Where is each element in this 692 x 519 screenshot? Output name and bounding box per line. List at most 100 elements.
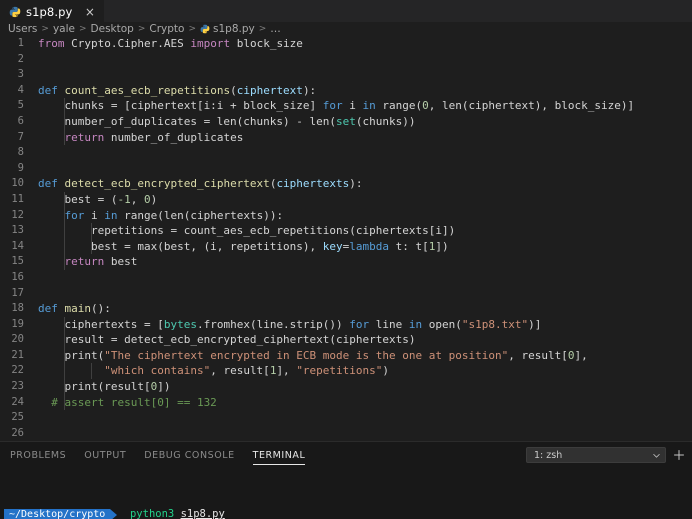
line-number: 4	[17, 83, 24, 96]
code-token: from	[38, 37, 72, 50]
code-line[interactable]: 20 result = detect_ecb_encrypted_ciphert…	[0, 332, 692, 348]
code-token: )	[382, 364, 390, 378]
code-token: )	[150, 192, 158, 206]
breadcrumb-item-file[interactable]: s1p8.py	[200, 23, 255, 35]
code-line-text: from Crypto.Cipher.AES import block_size	[38, 36, 692, 52]
line-number: 18	[11, 302, 24, 315]
python-file-icon	[9, 6, 21, 18]
code-line[interactable]: 25	[0, 410, 692, 426]
tab-debug-console[interactable]: DEBUG CONSOLE	[144, 442, 234, 468]
code-line[interactable]: 17	[0, 286, 692, 302]
code-token: in	[104, 208, 125, 222]
line-number: 7	[17, 130, 24, 143]
code-token: t: t[	[395, 239, 429, 253]
code-line-text: result = detect_ecb_encrypted_ciphertext…	[38, 332, 692, 348]
indent-guide	[64, 394, 66, 411]
code-line[interactable]: 10 def detect_ecb_encrypted_ciphertext(ci…	[0, 176, 692, 192]
line-number: 16	[11, 270, 24, 283]
breadcrumb-item-desktop[interactable]: Desktop	[91, 23, 134, 35]
terminal-prompt-cwd: ~/Desktop/crypto	[4, 508, 111, 519]
code-token: "which contains"	[104, 364, 211, 378]
code-token: ):	[349, 177, 363, 191]
terminal-selector-dropdown[interactable]: 1: zsh	[526, 447, 666, 463]
code-line[interactable]: 19 ciphertexts = [bytes.fromhex(line.str…	[0, 316, 692, 333]
breadcrumb-item-yale[interactable]: yale	[53, 23, 75, 35]
code-line[interactable]: 9	[0, 161, 692, 177]
code-token: len(	[302, 114, 337, 128]
tab-problems[interactable]: PROBLEMS	[10, 442, 66, 468]
code-lines-container[interactable]: 1 from Crypto.Cipher.AES import block_siz…	[0, 36, 692, 441]
code-token: def	[38, 302, 65, 316]
indent-guide	[64, 98, 66, 114]
tab-terminal[interactable]: TERMINAL	[252, 442, 306, 468]
breadcrumb-item-label: s1p8.py	[213, 23, 255, 35]
close-icon[interactable]: ×	[83, 5, 96, 18]
code-line[interactable]: 15 return best	[0, 254, 692, 270]
code-token: range(len(ciphertexts)):	[124, 208, 284, 222]
breadcrumb-item-users[interactable]: Users	[8, 23, 37, 35]
code-line-text: chunks = [ciphertext[i:i + block_size] f…	[38, 98, 692, 114]
code-line[interactable]: 23 print(result[0])	[0, 379, 692, 395]
code-token: chunks = [ciphertext[i:i + block_size]	[38, 99, 323, 113]
code-line[interactable]: 7 return number_of_duplicates	[0, 129, 692, 146]
code-editor[interactable]: 1 from Crypto.Cipher.AES import block_siz…	[0, 36, 692, 441]
code-token: best = max(best, (i, repetitions),	[38, 239, 323, 253]
indent-guide	[64, 254, 66, 270]
tab-output[interactable]: OUTPUT	[84, 442, 126, 468]
code-token: ],	[276, 364, 297, 378]
code-token: (	[230, 83, 237, 97]
code-line[interactable]: 11 best = (-1, 0)	[0, 191, 692, 208]
code-line[interactable]: 14 best = max(best, (i, repetitions), ke…	[0, 238, 692, 255]
editor-tab-bar: s1p8.py ×	[0, 0, 692, 22]
code-token: number_of_duplicates	[110, 130, 244, 144]
code-line[interactable]: 26	[0, 426, 692, 441]
terminal-output[interactable]: ~/Desktop/crypto python3 s1p8.py The cip…	[0, 468, 692, 519]
breadcrumb-item-crypto[interactable]: Crypto	[149, 23, 184, 35]
line-number: 1	[17, 37, 24, 49]
code-line-text: return number_of_duplicates	[38, 129, 692, 146]
code-token: main	[64, 302, 92, 316]
code-line[interactable]: 2	[0, 52, 692, 68]
code-line[interactable]: 18 def main():	[0, 301, 692, 317]
code-token: key	[322, 239, 343, 253]
line-number: 9	[17, 161, 24, 174]
indent-guide	[64, 363, 66, 380]
code-line-text	[38, 145, 692, 161]
code-line-text: "which contains", result[1], "repetition…	[38, 363, 692, 380]
code-token: in	[408, 317, 429, 331]
chevron-down-icon	[652, 451, 661, 460]
code-line[interactable]: 6 number_of_duplicates = len(chunks) - l…	[0, 113, 692, 130]
code-line-text	[38, 410, 692, 426]
code-line[interactable]: 21 print("The ciphertext encrypted in EC…	[0, 347, 692, 364]
code-line[interactable]: 24 # assert result[0] == 132	[0, 394, 692, 411]
terminal-selector-value: 1: zsh	[534, 449, 563, 461]
code-line[interactable]: 5 chunks = [ciphertext[i:i + block_size]…	[0, 98, 692, 114]
breadcrumb-item-more[interactable]: …	[270, 23, 281, 35]
code-token: count_aes_ecb_repetitions	[64, 83, 231, 97]
code-line-text: repetitions = count_aes_ecb_repetitions(…	[38, 223, 692, 239]
code-line[interactable]: 12 for i in range(len(ciphertexts)):	[0, 207, 692, 224]
code-token: return	[64, 255, 111, 269]
code-token: ciphertext	[236, 83, 303, 97]
code-line-text: print(result[0])	[38, 379, 692, 395]
code-token: 0	[422, 99, 429, 113]
plus-icon[interactable]	[672, 448, 686, 462]
code-line[interactable]: 16	[0, 270, 692, 286]
code-line[interactable]: 8	[0, 145, 692, 161]
code-line[interactable]: 1 from Crypto.Cipher.AES import block_siz…	[0, 36, 692, 52]
indent-guide	[64, 113, 66, 130]
code-token: open(	[428, 317, 462, 331]
line-number: 19	[11, 317, 24, 330]
panel-tab-bar: PROBLEMS OUTPUT DEBUG CONSOLE TERMINAL 1…	[0, 442, 692, 468]
code-token: print(	[38, 348, 105, 362]
code-line-text	[38, 52, 692, 68]
code-line[interactable]: 22 "which contains", result[1], "repetit…	[0, 363, 692, 380]
code-line[interactable]: 3	[0, 67, 692, 83]
code-line[interactable]: 4 def count_aes_ecb_repetitions(ciphertex…	[0, 83, 692, 99]
editor-tab-s1p8py[interactable]: s1p8.py ×	[0, 0, 105, 22]
code-line-text: def main():	[38, 301, 692, 317]
line-number: 12	[11, 208, 24, 221]
code-line[interactable]: 13 repetitions = count_aes_ecb_repetitio…	[0, 223, 692, 239]
